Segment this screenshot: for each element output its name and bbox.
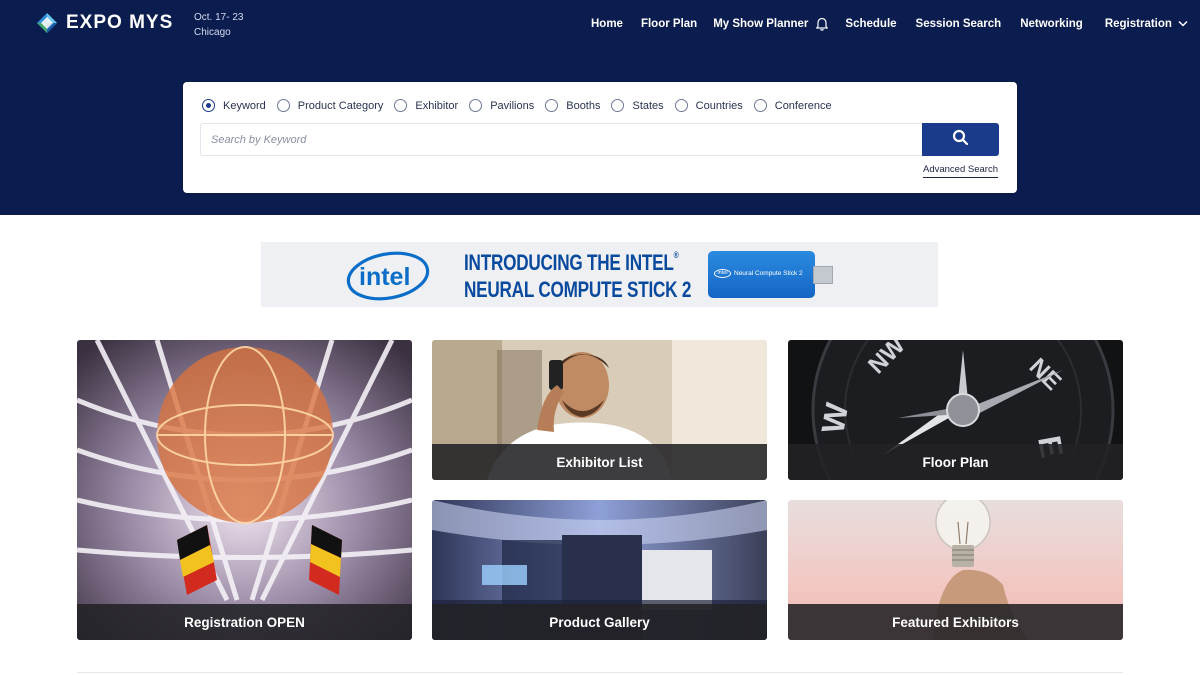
nav-show-planner-label: My Show Planner [713, 17, 809, 30]
section-divider [77, 672, 1123, 673]
chevron-down-icon [1178, 20, 1188, 27]
nav-home[interactable]: Home [591, 18, 623, 30]
search-input[interactable] [200, 123, 923, 156]
stick-brand: intel [714, 269, 731, 278]
radio-label: Countries [695, 99, 743, 112]
banner-headline-2: NEURAL COMPUTE STICK 2 [464, 277, 692, 302]
radio-button[interactable] [753, 99, 767, 112]
nav-show-planner[interactable]: My Show Planner [713, 16, 829, 31]
radio-booths[interactable]: Booths [545, 99, 600, 112]
radio-product-category[interactable]: Product Category [276, 99, 384, 112]
tile-product-gallery[interactable]: Product Gallery [432, 500, 767, 640]
brand-name: EXPO MYS [66, 12, 174, 33]
site-logo[interactable]: EXPO MYS [36, 12, 173, 34]
usb-plug [813, 266, 833, 284]
radio-states[interactable]: States [611, 99, 664, 112]
radio-button[interactable] [545, 99, 559, 112]
radio-label: Product Category [297, 99, 384, 112]
radio-exhibitor[interactable]: Exhibitor [394, 99, 458, 112]
advanced-search-link[interactable]: Advanced Search [923, 164, 998, 178]
tile-caption: Registration OPEN [77, 604, 412, 640]
search-panel: Keyword Product Category Exhibitor Pavil… [183, 82, 1017, 193]
registered-mark: ® [673, 250, 679, 260]
radio-button[interactable] [674, 99, 688, 112]
radio-countries[interactable]: Countries [674, 99, 743, 112]
radio-label: Exhibitor [415, 99, 459, 112]
compute-stick-image: intel Neural Compute Stick 2 [708, 251, 815, 298]
nav-networking[interactable]: Networking [1020, 18, 1083, 30]
banner-headline-1: INTRODUCING THE INTEL® [464, 250, 679, 276]
compute-stick-label: intel Neural Compute Stick 2 [714, 269, 803, 278]
radio-label: Booths [566, 99, 601, 112]
main-nav: Home Floor Plan My Show Planner Schedule… [591, 16, 1188, 31]
diamond-logo-icon [36, 12, 58, 34]
nav-registration[interactable]: Registration [1105, 18, 1188, 30]
intel-wordmark: intel [359, 263, 410, 291]
event-info: Oct. 17- 23 Chicago [194, 10, 243, 40]
radio-button[interactable] [276, 99, 290, 112]
ad-banner[interactable]: intel INTRODUCING THE INTEL® NEURAL COMP… [261, 242, 938, 307]
tile-caption: Exhibitor List [432, 444, 767, 480]
tile-caption: Featured Exhibitors [788, 604, 1123, 640]
search-icon [952, 129, 969, 151]
tile-featured-exhibitors[interactable]: Featured Exhibitors [788, 500, 1123, 640]
radio-label: Keyword [223, 99, 266, 112]
radio-button[interactable] [202, 99, 215, 112]
radio-conference[interactable]: Conference [753, 99, 832, 112]
radio-button[interactable] [394, 99, 408, 112]
radio-keyword[interactable]: Keyword [202, 99, 266, 112]
nav-floor-plan[interactable]: Floor Plan [641, 18, 697, 30]
event-city: Chicago [194, 27, 231, 38]
tile-caption: Floor Plan [788, 444, 1123, 480]
radio-button[interactable] [611, 99, 625, 112]
radio-label: States [632, 99, 664, 112]
airport-ceiling-image [77, 340, 412, 640]
radio-label: Pavilions [490, 99, 535, 112]
radio-button[interactable] [469, 99, 483, 112]
site-header: EXPO MYS Oct. 17- 23 Chicago Home Floor … [0, 0, 1200, 215]
radio-pavilions[interactable]: Pavilions [469, 99, 534, 112]
search-button[interactable] [922, 123, 999, 156]
tile-registration[interactable]: Registration OPEN [77, 340, 412, 640]
nav-schedule[interactable]: Schedule [845, 18, 896, 30]
radio-label: Conference [774, 99, 832, 112]
nav-session-search[interactable]: Session Search [916, 18, 1002, 30]
banner-headline-1-text: INTRODUCING THE INTEL [464, 250, 674, 275]
intel-logo-icon: intel [345, 249, 431, 306]
nav-registration-label: Registration [1104, 17, 1172, 30]
bell-icon[interactable] [815, 16, 829, 31]
stick-product-name: Neural Compute Stick 2 [734, 270, 803, 278]
tile-caption: Product Gallery [432, 604, 767, 640]
search-type-options: Keyword Product Category Exhibitor Pavil… [202, 99, 843, 112]
tile-floor-plan[interactable]: W E NE NW Floor Plan [788, 340, 1123, 480]
tile-exhibitor-list[interactable]: Exhibitor List [432, 340, 767, 480]
event-dates: Oct. 17- 23 [194, 12, 244, 23]
